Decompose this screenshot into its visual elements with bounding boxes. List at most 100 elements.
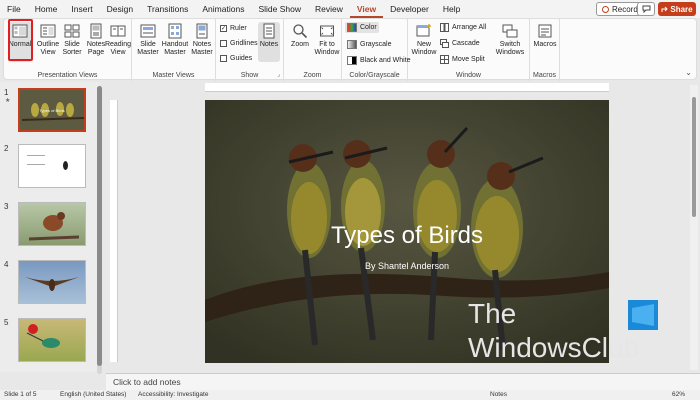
- zoom-group-label: Zoom: [303, 72, 322, 79]
- normal-view-highlight: [8, 19, 33, 61]
- slide-thumbnail-3[interactable]: [18, 202, 86, 246]
- thumbnail-number: 3: [4, 202, 9, 211]
- slide-thumbnail-pane: 1 ★ Types of Birds 2 3 4 5: [0, 82, 100, 372]
- accessibility-status[interactable]: Accessibility: Investigate: [138, 391, 208, 398]
- handout-master-label: Handout Master: [161, 41, 189, 56]
- move-split-icon: [440, 55, 449, 64]
- share-button[interactable]: Share: [658, 2, 696, 16]
- thumbnail-scrollbar[interactable]: [97, 86, 102, 374]
- fit-to-window-label: Fit to Window: [314, 41, 340, 56]
- share-label: Share: [670, 4, 693, 14]
- slide-scrollbar[interactable]: [690, 85, 698, 370]
- group-show: ✓ Ruler Gridlines Guides Notes Show ⌟: [216, 19, 284, 81]
- color-grayscale-group-label: Color/Grayscale: [349, 72, 400, 79]
- color-label: Color: [360, 24, 377, 31]
- thumbnail-scroll-thumb[interactable]: [97, 86, 102, 366]
- slide-thumbnail-4[interactable]: [18, 260, 86, 304]
- tab-file[interactable]: File: [0, 0, 28, 18]
- gridlines-box: [220, 40, 227, 47]
- tab-developer[interactable]: Developer: [383, 0, 436, 18]
- arrange-all-icon: [440, 23, 449, 32]
- ribbon-tabs: File Home Insert Design Transitions Anim…: [0, 0, 700, 18]
- thumbnail-number: 4: [4, 260, 9, 269]
- cascade-icon: [440, 39, 449, 48]
- zoom-button[interactable]: Zoom: [286, 22, 314, 62]
- color-swatch-icon: [347, 23, 357, 32]
- group-window: New Window Arrange All Cascade Move Spli…: [408, 19, 530, 81]
- tab-help[interactable]: Help: [436, 0, 467, 18]
- tab-review[interactable]: Review: [308, 0, 350, 18]
- zoom-label: Zoom: [291, 41, 309, 48]
- macros-label: Macros: [533, 41, 557, 48]
- record-icon: [602, 5, 609, 13]
- reading-view-button[interactable]: Reading View: [104, 22, 132, 62]
- comments-button[interactable]: [637, 2, 655, 16]
- macros-button[interactable]: Macros: [531, 22, 559, 62]
- guides-checkbox[interactable]: Guides: [220, 55, 252, 62]
- notes-master-button[interactable]: Notes Master: [188, 22, 216, 62]
- macros-icon: [537, 23, 553, 39]
- thumbnail-text-lines: [27, 155, 45, 165]
- notes-toggle-icon: [261, 23, 277, 39]
- tab-transitions[interactable]: Transitions: [140, 0, 195, 18]
- tab-view[interactable]: View: [349, 0, 384, 18]
- fit-to-window-button[interactable]: Fit to Window: [312, 22, 342, 62]
- slide-subtitle[interactable]: By Shantel Anderson: [205, 261, 609, 271]
- share-icon: [661, 6, 669, 12]
- black-and-white-button[interactable]: Black and White: [347, 56, 411, 65]
- group-zoom: Zoom Fit to Window Zoom: [284, 19, 342, 81]
- handout-master-button[interactable]: Handout Master: [161, 22, 189, 62]
- thumbnail-title: Types of Birds: [39, 108, 65, 113]
- notes-toggle-button[interactable]: Notes: [258, 22, 280, 62]
- slide-thumbnail-1[interactable]: Types of Birds: [18, 88, 86, 132]
- collapse-ribbon-icon[interactable]: ⌄: [685, 68, 692, 77]
- ruler-checkbox[interactable]: ✓ Ruler: [220, 25, 247, 32]
- language-indicator[interactable]: English (United States): [60, 391, 126, 398]
- notes-toggle-label: Notes: [259, 41, 279, 48]
- comment-icon: [642, 5, 650, 13]
- black-and-white-label: Black and White: [360, 57, 411, 64]
- windows-logo-icon: [628, 300, 658, 330]
- group-macros: Macros Macros: [530, 19, 560, 81]
- thumbnail-hawk-icon: [28, 212, 80, 241]
- gridlines-checkbox[interactable]: Gridlines: [220, 40, 258, 47]
- master-views-label: Master Views: [152, 72, 195, 79]
- record-label: Record: [612, 4, 638, 14]
- thumbnail-number: 1: [4, 88, 9, 97]
- notes-pane[interactable]: Click to add notes: [106, 373, 700, 390]
- tab-home[interactable]: Home: [28, 0, 65, 18]
- new-window-button[interactable]: New Window: [410, 22, 438, 62]
- guides-box: [220, 55, 227, 62]
- group-master-views: Slide Master Handout Master Notes Master…: [132, 19, 216, 81]
- grayscale-label: Grayscale: [360, 41, 392, 48]
- slide-thumbnail-2[interactable]: [18, 144, 86, 188]
- thumbnail-number: 5: [4, 318, 9, 327]
- slide-title[interactable]: Types of Birds: [205, 222, 609, 250]
- tab-animations[interactable]: Animations: [195, 0, 251, 18]
- move-split-button[interactable]: Move Split: [440, 55, 485, 64]
- watermark-line-1: The: [468, 298, 517, 329]
- thumbnail-hummingbird-icon: [26, 324, 60, 348]
- zoom-level[interactable]: 62%: [672, 391, 685, 398]
- status-notes-button[interactable]: Notes: [490, 391, 507, 398]
- show-launcher-icon[interactable]: ⌟: [277, 71, 280, 78]
- ruler-label: Ruler: [230, 25, 247, 32]
- slide-counter: Slide 1 of 5: [4, 391, 37, 398]
- move-split-label: Move Split: [452, 56, 485, 63]
- switch-windows-icon: [502, 23, 518, 39]
- switch-windows-button[interactable]: Switch Windows: [492, 22, 528, 62]
- thumbnail-number: 2: [4, 144, 9, 153]
- color-button[interactable]: Color: [345, 22, 379, 33]
- slide-scroll-thumb[interactable]: [692, 97, 696, 217]
- notes-master-label: Notes Master: [191, 41, 213, 56]
- grayscale-button[interactable]: Grayscale: [347, 40, 392, 49]
- window-group-label: Window: [456, 72, 481, 79]
- tab-slide-show[interactable]: Slide Show: [251, 0, 308, 18]
- slide-thumbnail-5[interactable]: [18, 318, 86, 362]
- tab-design[interactable]: Design: [100, 0, 140, 18]
- slide-master-button[interactable]: Slide Master: [134, 22, 162, 62]
- cascade-button[interactable]: Cascade: [440, 39, 480, 48]
- tab-insert[interactable]: Insert: [64, 0, 99, 18]
- arrange-all-button[interactable]: Arrange All: [440, 23, 486, 32]
- reading-view-icon: [110, 23, 126, 39]
